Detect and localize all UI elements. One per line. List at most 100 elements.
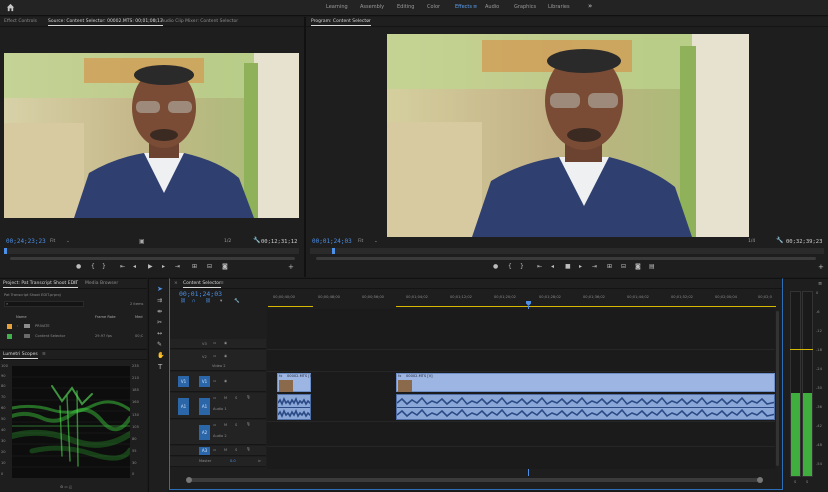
program-go-to-out-icon[interactable]: ⇥: [592, 263, 597, 270]
program-playhead-timecode[interactable]: 00;01;24;03: [312, 238, 352, 245]
waveform-scope[interactable]: [9, 366, 133, 478]
mark-in-icon[interactable]: {: [91, 263, 95, 270]
toggle-output-icon[interactable]: ◉: [224, 379, 227, 383]
master-volume-value[interactable]: 0.0: [230, 459, 236, 463]
source-settings-icon[interactable]: ▣: [139, 238, 145, 245]
mute-button[interactable]: M: [224, 423, 227, 427]
project-search-input[interactable]: ⌕: [4, 301, 84, 307]
toggle-output-icon[interactable]: ◉: [224, 354, 227, 358]
tab-source[interactable]: Source: Content Selector: 00002.MTS: 00;…: [48, 19, 163, 26]
step-back-icon[interactable]: ◂: [133, 263, 136, 270]
program-video-frame[interactable]: [387, 34, 749, 237]
workspace-libraries[interactable]: Libraries: [548, 4, 570, 10]
track-target-a2[interactable]: A2: [199, 425, 210, 440]
program-time-ruler[interactable]: [310, 248, 824, 254]
program-resolution-select[interactable]: 1/4: [748, 239, 755, 244]
voiceover-mic-icon[interactable]: 🎙: [246, 395, 251, 399]
add-marker-timeline-icon[interactable]: ▾: [220, 299, 222, 304]
sequence-tab-menu-icon[interactable]: ≡: [220, 281, 224, 286]
tab-sequence[interactable]: Content Selector: [183, 281, 221, 288]
tab-project[interactable]: Project: Pat Transcript Shoot EDIT: [3, 281, 79, 288]
go-to-out-icon[interactable]: ⇥: [175, 263, 180, 270]
type-tool-icon[interactable]: T: [158, 363, 162, 371]
work-area-bar[interactable]: [396, 306, 776, 307]
track-area[interactable]: fx 00002.MTS [V] fx 00002.MTS [V]: [267, 309, 775, 469]
program-go-to-in-icon[interactable]: ⇤: [537, 263, 542, 270]
track-id[interactable]: V3: [202, 342, 207, 346]
pen-tool-icon[interactable]: ✎: [157, 341, 162, 348]
workspace-audio[interactable]: Audio: [485, 4, 499, 10]
scope-settings-icon[interactable]: ⚙ ▭ ◰: [60, 485, 72, 489]
work-area-bar[interactable]: [268, 306, 313, 307]
project-tab-menu-icon[interactable]: ≡: [73, 281, 77, 286]
source-playhead-timecode[interactable]: 00;24;23;23: [6, 238, 46, 245]
program-export-frame-icon[interactable]: ◙: [635, 263, 641, 270]
timeline-zoom-scrollbar[interactable]: [186, 477, 763, 483]
list-item[interactable]: › PRIVATE: [3, 323, 147, 331]
audio-meter-menu-icon[interactable]: ≡: [818, 281, 822, 287]
source-patch-v1[interactable]: V1: [178, 376, 189, 387]
tab-effect-controls[interactable]: Effect Controls: [4, 19, 37, 24]
workspace-editing[interactable]: Editing: [397, 4, 414, 10]
tab-program[interactable]: Program: Content Selector: [311, 19, 371, 26]
linked-selection-icon[interactable]: ⛓: [205, 299, 211, 304]
timeline-ruler[interactable]: 00;00;40;00 00;00;48;00 00;00;56;00 00;0…: [268, 293, 778, 309]
sync-lock-icon[interactable]: ▭: [213, 379, 216, 383]
solo-left-button[interactable]: S: [794, 480, 796, 484]
source-fit-chevron-icon[interactable]: ⌄: [66, 239, 70, 244]
home-icon[interactable]: [6, 3, 15, 14]
comparison-view-icon[interactable]: ▤: [649, 263, 655, 270]
timeline-timecode[interactable]: 00;01;24;03: [179, 290, 222, 298]
zoom-handle-left[interactable]: [186, 477, 192, 483]
solo-right-button[interactable]: S: [806, 480, 808, 484]
sync-lock-icon[interactable]: ▭: [213, 341, 216, 345]
track-id[interactable]: V2: [202, 355, 207, 359]
timeline-vertical-scrollbar[interactable]: [776, 311, 779, 466]
lift-icon[interactable]: ⊞: [607, 263, 612, 270]
program-step-back-icon[interactable]: ◂: [551, 263, 554, 270]
workspace-learning[interactable]: Learning: [326, 4, 348, 10]
audio-clip[interactable]: [396, 394, 775, 420]
source-playhead-marker[interactable]: [4, 248, 7, 254]
selection-tool-icon[interactable]: ➤: [157, 285, 163, 293]
source-fit-select[interactable]: Fit: [50, 239, 55, 244]
program-step-forward-icon[interactable]: ▸: [579, 263, 582, 270]
program-add-button-icon[interactable]: +: [818, 263, 824, 271]
tab-audio-clip-mixer[interactable]: Audio Clip Mixer: Content Selector: [161, 19, 238, 24]
sync-lock-icon[interactable]: ▭: [213, 396, 216, 400]
toggle-output-icon[interactable]: ◉: [224, 341, 227, 345]
snap-icon[interactable]: ∩: [192, 299, 195, 304]
voiceover-mic-icon[interactable]: 🎙: [246, 447, 251, 451]
overwrite-icon[interactable]: ⊟: [207, 263, 212, 270]
source-wrench-icon[interactable]: 🔧: [253, 237, 260, 244]
workspace-graphics[interactable]: Graphics: [514, 4, 536, 10]
voiceover-mic-icon[interactable]: 🎙: [246, 422, 251, 426]
mute-button[interactable]: M: [224, 396, 227, 400]
nest-icon[interactable]: ⛓: [180, 299, 186, 304]
program-add-marker-icon[interactable]: ●: [493, 263, 498, 270]
source-video-frame[interactable]: [4, 53, 299, 218]
program-fit-chevron-icon[interactable]: ⌄: [374, 239, 378, 244]
workspace-color[interactable]: Color: [427, 4, 440, 10]
timeline-settings-icon[interactable]: 🔧: [234, 299, 240, 304]
hand-tool-icon[interactable]: ✋: [157, 352, 164, 359]
workspace-assembly[interactable]: Assembly: [360, 4, 384, 10]
video-clip[interactable]: fx 00002.MTS [V]: [277, 373, 314, 392]
list-item[interactable]: Content Selector 29.97 fps 00;C: [3, 333, 147, 341]
program-fit-select[interactable]: Fit: [358, 239, 363, 244]
mark-out-icon[interactable]: }: [102, 263, 106, 270]
go-to-in-icon[interactable]: ⇤: [120, 263, 125, 270]
lumetri-tab-menu-icon[interactable]: ≡: [42, 352, 46, 357]
program-tab-menu-icon[interactable]: ≡: [366, 19, 370, 24]
expand-chevron-icon[interactable]: ›: [17, 324, 18, 328]
close-sequence-icon[interactable]: ×: [174, 281, 178, 286]
tab-media-browser[interactable]: Media Browser: [85, 281, 118, 286]
sync-lock-icon[interactable]: ▭: [213, 354, 216, 358]
master-go-to-icon[interactable]: ⊳: [258, 459, 261, 463]
track-target-a1[interactable]: A1: [199, 398, 210, 415]
step-forward-icon[interactable]: ▸: [162, 263, 165, 270]
mute-button[interactable]: M: [224, 448, 227, 452]
source-resolution-select[interactable]: 1/2: [224, 239, 231, 244]
workspace-more-button[interactable]: »: [588, 2, 592, 10]
video-clip[interactable]: fx 00002.MTS [V]: [396, 373, 775, 392]
